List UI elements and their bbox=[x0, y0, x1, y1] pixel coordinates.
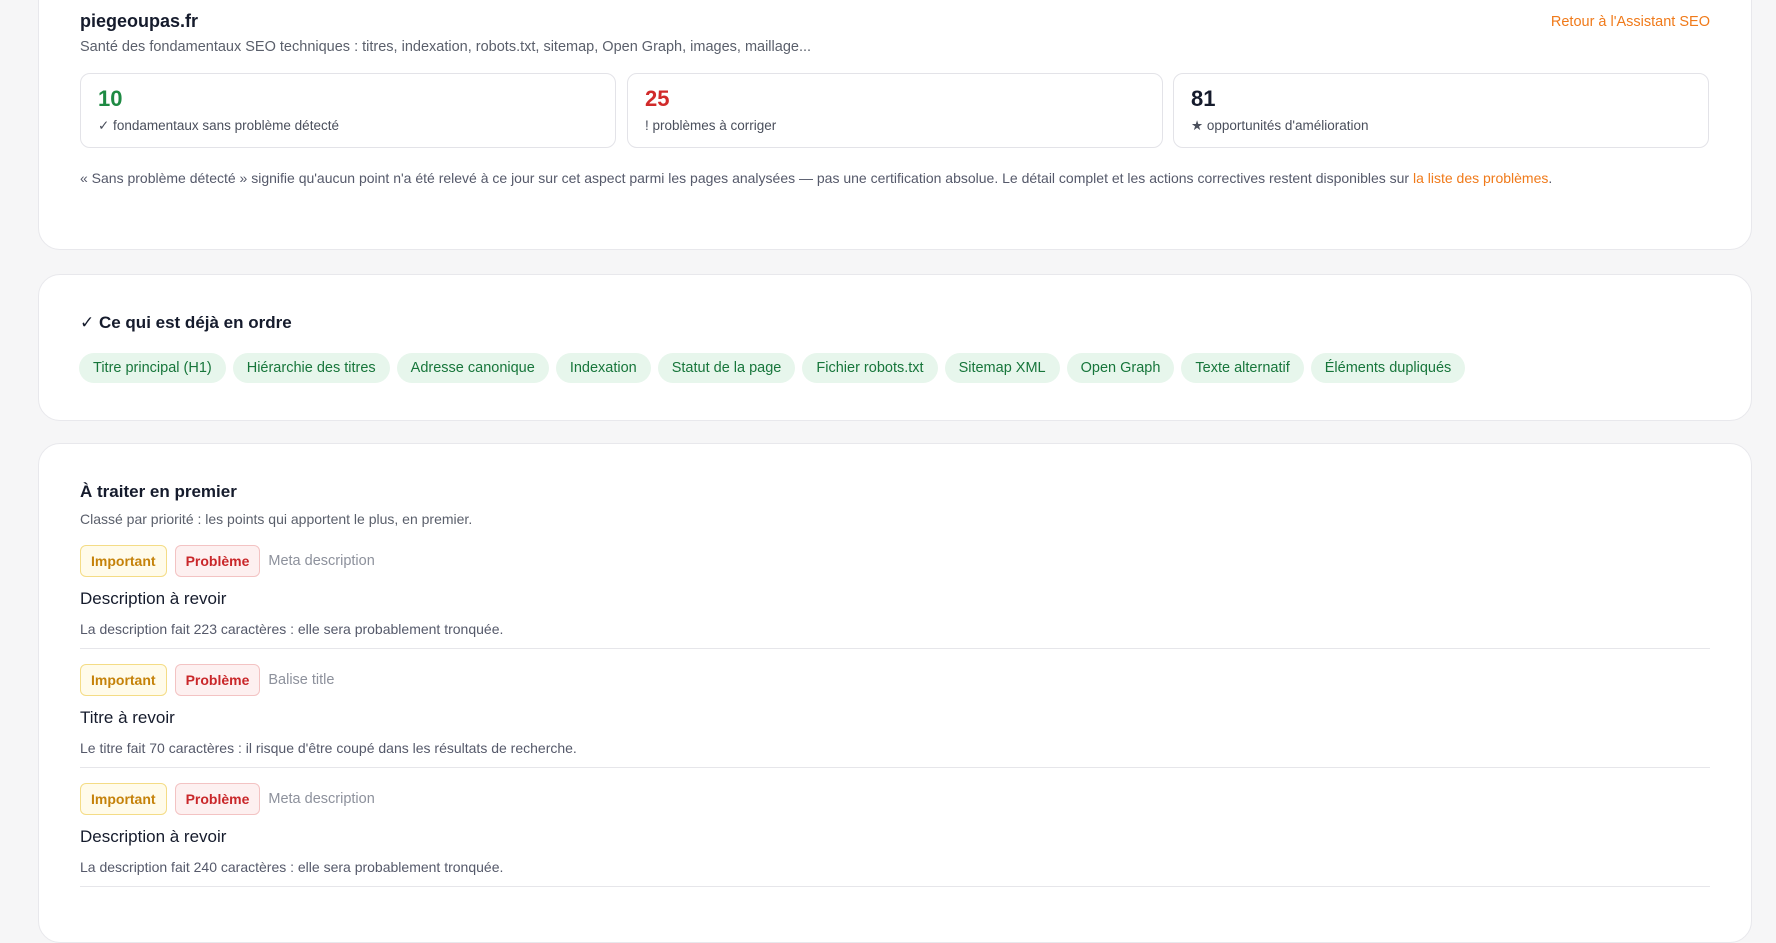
chip-sitemap: Sitemap XML bbox=[944, 353, 1060, 383]
chip-robots: Fichier robots.txt bbox=[802, 353, 938, 383]
stat-value-opportunities: 81 bbox=[1191, 86, 1216, 111]
issue-description: La description fait 223 caractères : ell… bbox=[80, 621, 504, 637]
issue-badges: Important Problème Meta description bbox=[80, 783, 375, 815]
site-subtitle: Santé des fondamentaux SEO techniques : … bbox=[80, 39, 812, 55]
back-to-assistant-link[interactable]: Retour à l'Assistant SEO bbox=[1551, 14, 1710, 30]
chip-page-status: Statut de la page bbox=[657, 353, 796, 383]
chip-alt-text: Texte alternatif bbox=[1181, 353, 1304, 383]
disclaimer-note: « Sans problème détecté » signifie qu'au… bbox=[80, 165, 1710, 191]
todo-section-heading: À traiter en premier bbox=[80, 482, 237, 501]
type-badge: Problème bbox=[174, 664, 261, 696]
issue-category: Meta description bbox=[268, 553, 375, 569]
ok-section-card bbox=[38, 274, 1752, 421]
issue-description: La description fait 240 caractères : ell… bbox=[80, 859, 504, 875]
stat-value-problems: 25 bbox=[645, 86, 670, 111]
issue-badges: Important Problème Balise title bbox=[80, 664, 334, 696]
issue-description: Le titre fait 70 caractères : il risque … bbox=[80, 740, 577, 756]
issue-badges: Important Problème Meta description bbox=[80, 545, 375, 577]
type-badge: Problème bbox=[174, 545, 261, 577]
todo-section-subtitle: Classé par priorité : les points qui app… bbox=[80, 511, 473, 527]
problems-list-link[interactable]: la liste des problèmes bbox=[1413, 170, 1548, 186]
disclaimer-end: . bbox=[1548, 170, 1553, 186]
chip-open-graph: Open Graph bbox=[1066, 353, 1175, 383]
disclaimer-text: « Sans problème détecté » signifie qu'au… bbox=[80, 170, 1413, 186]
stat-label-problems: ! problèmes à corriger bbox=[645, 118, 777, 133]
issue-title: Description à revoir bbox=[80, 827, 227, 846]
stat-value-ok: 10 bbox=[98, 86, 123, 111]
stat-card-opportunities: 81 ★ opportunités d'amélioration bbox=[1173, 73, 1709, 148]
stat-card-ok: 10 ✓ fondamentaux sans problème détecté bbox=[80, 73, 616, 148]
type-badge: Problème bbox=[174, 783, 261, 815]
stat-card-problems: 25 ! problèmes à corriger bbox=[627, 73, 1163, 148]
issue-item[interactable]: Important Problème Meta description Desc… bbox=[80, 783, 1710, 887]
issue-item[interactable]: Important Problème Meta description Desc… bbox=[80, 545, 1710, 649]
chip-duplicates: Éléments dupliqués bbox=[1310, 353, 1466, 383]
issue-title: Titre à revoir bbox=[80, 708, 175, 727]
priority-badge: Important bbox=[80, 783, 167, 815]
site-title: piegeoupas.fr bbox=[80, 11, 199, 31]
stat-label-opportunities: ★ opportunités d'amélioration bbox=[1191, 118, 1369, 133]
ok-chips: Titre principal (H1) Hiérarchie des titr… bbox=[79, 353, 1466, 383]
issue-item[interactable]: Important Problème Balise title Titre à … bbox=[80, 664, 1710, 768]
issue-category: Meta description bbox=[268, 791, 375, 807]
issue-title: Description à revoir bbox=[80, 589, 227, 608]
stat-label-ok: ✓ fondamentaux sans problème détecté bbox=[98, 118, 339, 133]
chip-heading-hierarchy: Hiérarchie des titres bbox=[232, 353, 390, 383]
chip-h1: Titre principal (H1) bbox=[79, 353, 226, 383]
chip-canonical: Adresse canonique bbox=[396, 353, 549, 383]
chip-indexation: Indexation bbox=[555, 353, 651, 383]
priority-badge: Important bbox=[80, 664, 167, 696]
priority-badge: Important bbox=[80, 545, 167, 577]
ok-section-heading: ✓ Ce qui est déjà en ordre bbox=[80, 313, 292, 332]
issue-category: Balise title bbox=[268, 672, 335, 688]
